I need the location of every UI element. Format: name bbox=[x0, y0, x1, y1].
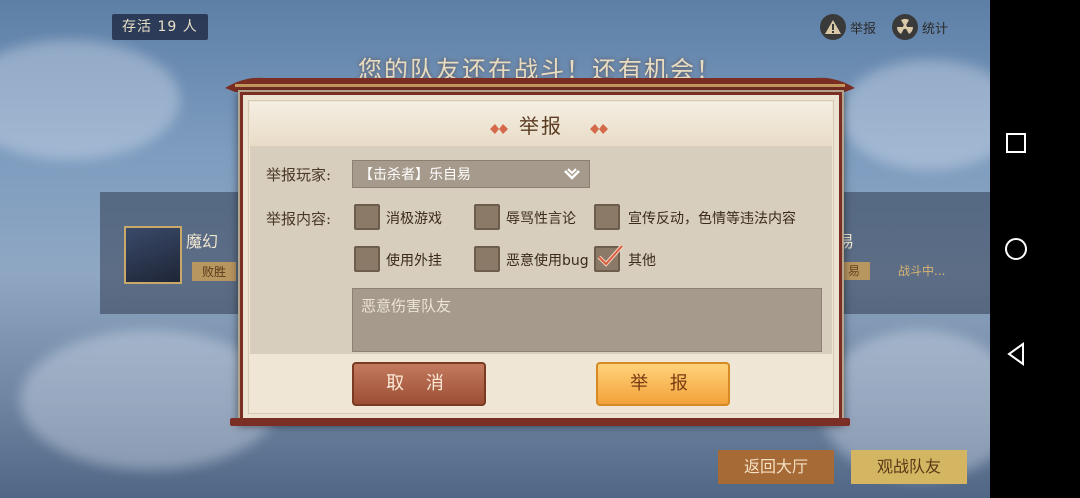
home-icon[interactable] bbox=[1003, 236, 1029, 262]
ornament-icon bbox=[590, 124, 608, 134]
checkbox-label: 恶意使用bug bbox=[506, 253, 589, 269]
checkbox-label: 其他 bbox=[628, 253, 656, 269]
dialog-title: 举报 bbox=[519, 114, 563, 138]
checkbox-bug-abuse[interactable] bbox=[474, 246, 500, 272]
checkmark-icon bbox=[597, 244, 624, 267]
report-top-label: 举报 bbox=[850, 21, 877, 37]
cancel-button[interactable]: 取 消 bbox=[352, 362, 486, 406]
player-label: 举报玩家: bbox=[266, 166, 332, 184]
player-select[interactable]: 【击杀者】乐自易 bbox=[352, 160, 590, 188]
content-label: 举报内容: bbox=[266, 210, 332, 228]
report-top-button[interactable]: 举报 bbox=[820, 14, 876, 40]
checkbox-label: 消极游戏 bbox=[386, 211, 442, 227]
cloud bbox=[0, 40, 180, 160]
left-player-status: 败胜 bbox=[192, 262, 237, 281]
checkbox-passive-play[interactable] bbox=[354, 204, 380, 230]
back-icon[interactable] bbox=[1003, 341, 1029, 367]
left-player-name: 魔幻 bbox=[186, 232, 219, 251]
return-lobby-button[interactable]: 返回大厅 bbox=[718, 450, 834, 484]
report-button[interactable]: 举 报 bbox=[596, 362, 730, 406]
checkbox-label: 辱骂性言论 bbox=[506, 211, 576, 227]
player-strip-right bbox=[840, 192, 990, 314]
dialog-bottom-frame bbox=[230, 418, 850, 426]
right-player-status: 战斗中... bbox=[898, 264, 946, 278]
stats-top-button[interactable]: 统计 bbox=[892, 14, 948, 40]
chevron-down-icon bbox=[564, 168, 580, 180]
survivor-count: 存活 19 人 bbox=[112, 14, 208, 40]
checkbox-cheating[interactable] bbox=[354, 246, 380, 272]
report-textarea[interactable]: 恶意伤害队友 bbox=[352, 288, 822, 352]
checkbox-illegal-content[interactable] bbox=[594, 204, 620, 230]
player-select-value: 【击杀者】乐自易 bbox=[359, 167, 471, 183]
checkbox-abusive-language[interactable] bbox=[474, 204, 500, 230]
radiation-icon bbox=[892, 14, 918, 40]
recent-apps-icon[interactable] bbox=[1003, 130, 1029, 156]
dialog-header: 举报 bbox=[250, 102, 832, 146]
report-dialog: 举报 举报玩家: 【击杀者】乐自易 举报内容: 消极游戏 辱骂性言论 宣传反动，… bbox=[238, 90, 844, 424]
avatar bbox=[124, 226, 182, 284]
roof-ornament bbox=[225, 77, 855, 92]
checkbox-label: 宣传反动，色情等违法内容 bbox=[628, 211, 796, 227]
stats-top-label: 统计 bbox=[922, 21, 949, 37]
checkbox-label: 使用外挂 bbox=[386, 253, 442, 269]
banner: 您的队友还在战斗！还有机会！ bbox=[225, 44, 855, 92]
checkbox-other[interactable] bbox=[594, 244, 624, 272]
warning-icon bbox=[820, 14, 846, 40]
spectate-teammate-button[interactable]: 观战队友 bbox=[851, 450, 967, 484]
